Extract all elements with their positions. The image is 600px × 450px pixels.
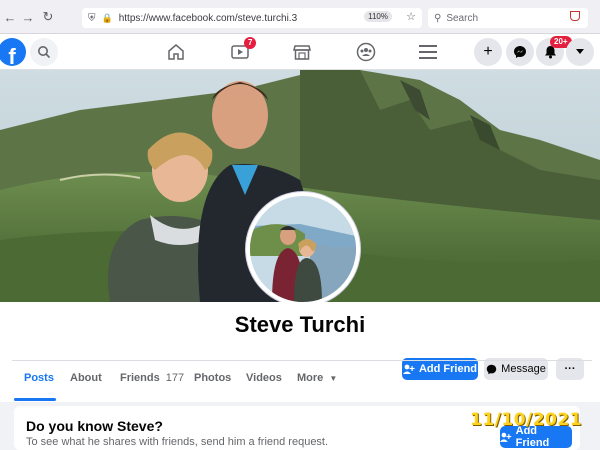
address-bar[interactable]: ⛨ 🔒 https://www.facebook.com/steve.turch… xyxy=(82,8,422,28)
more-dots-icon: ··· xyxy=(564,363,576,375)
messenger-icon xyxy=(514,46,526,58)
messenger-icon xyxy=(486,364,497,374)
tab-more[interactable]: More ▼ xyxy=(297,372,337,384)
tab-friends[interactable]: Friends 177 xyxy=(120,372,184,384)
tab-posts[interactable]: Posts xyxy=(24,372,54,384)
add-friend-icon xyxy=(500,432,512,442)
video-badge: 7 xyxy=(244,37,257,49)
profile-divider xyxy=(12,360,592,361)
reload-icon[interactable]: ↻ xyxy=(38,7,58,27)
active-tab-indicator xyxy=(14,398,56,401)
facebook-logo-icon[interactable]: f xyxy=(0,38,26,66)
photo-date-stamp: 11/10/2021 xyxy=(470,410,583,430)
message-label: Message xyxy=(501,363,546,375)
menu-hamburger-icon[interactable] xyxy=(414,40,442,64)
tab-photos[interactable]: Photos xyxy=(194,372,231,384)
facebook-search-button[interactable] xyxy=(30,38,58,66)
zoom-level[interactable]: 110% xyxy=(364,11,392,22)
marketplace-icon[interactable] xyxy=(288,40,316,64)
home-icon[interactable] xyxy=(162,40,190,64)
logo-letter: f xyxy=(8,44,16,66)
search-icon xyxy=(38,46,51,59)
tab-about[interactable]: About xyxy=(70,372,102,384)
messenger-button[interactable] xyxy=(506,38,534,66)
tab-friends-label: Friends xyxy=(120,372,160,384)
profile-name: Steve Turchi xyxy=(234,312,366,337)
know-card-title: Do you know Steve? xyxy=(26,418,163,434)
add-friend-label: Add Friend xyxy=(418,363,478,375)
groups-icon[interactable] xyxy=(352,40,380,64)
more-options-button[interactable]: ··· xyxy=(556,358,584,380)
bookmark-star-icon[interactable]: ☆ xyxy=(406,10,416,23)
url-text: https://www.facebook.com/steve.turchi.3 xyxy=(118,12,298,24)
browser-toolbar: ← → ↻ ⛨ 🔒 https://www.facebook.com/steve… xyxy=(0,0,600,34)
message-button[interactable]: Message xyxy=(484,358,548,380)
chevron-down-icon xyxy=(576,49,584,54)
tab-more-label: More xyxy=(297,372,324,384)
account-menu-button[interactable] xyxy=(566,38,594,66)
pocket-icon[interactable] xyxy=(570,11,580,21)
tab-videos[interactable]: Videos xyxy=(246,372,282,384)
lock-icon: 🔒 xyxy=(101,12,113,23)
know-card-subtitle: To see what he shares with friends, send… xyxy=(26,436,329,448)
chevron-down-icon: ▼ xyxy=(329,374,338,383)
profile-photo xyxy=(250,196,356,302)
profile-picture[interactable] xyxy=(246,192,360,306)
friends-count: 177 xyxy=(165,372,185,384)
facebook-navbar: f 7 + 20+ xyxy=(0,34,600,70)
add-friend-icon xyxy=(402,364,415,374)
search-icon: ⚲ xyxy=(434,12,442,24)
search-placeholder: Search xyxy=(446,12,479,24)
add-friend-button[interactable]: Add Friend xyxy=(402,358,478,380)
create-plus-button[interactable]: + xyxy=(474,38,502,66)
back-arrow-icon[interactable]: ← xyxy=(0,7,20,27)
forward-arrow-icon[interactable]: → xyxy=(18,7,38,27)
shield-icon: ⛨ xyxy=(88,12,96,24)
browser-search-input[interactable]: ⚲ Search xyxy=(428,8,588,28)
